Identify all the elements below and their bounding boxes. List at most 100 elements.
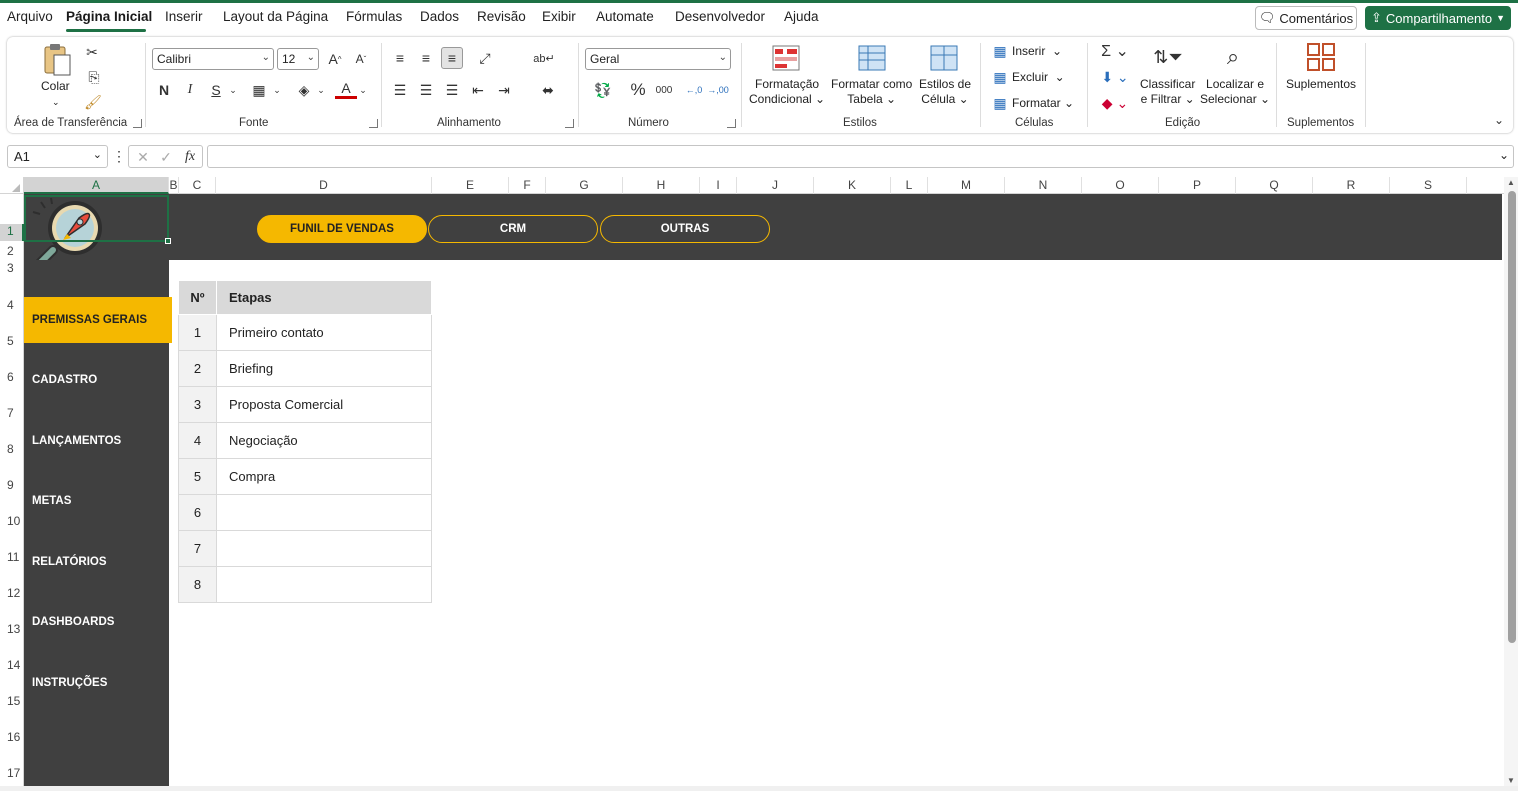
menu-desenvolvedor[interactable]: Desenvolvedor (675, 9, 765, 24)
align-top-icon[interactable]: ≡ (389, 47, 411, 69)
clear-icon[interactable]: ◆ ⌄ (1099, 93, 1131, 113)
scroll-down-icon[interactable]: ▼ (1507, 776, 1515, 785)
fill-icon[interactable]: ⬇ ⌄ (1099, 67, 1131, 87)
column-header[interactable]: I (700, 177, 737, 194)
column-header[interactable]: J (737, 177, 814, 194)
chevron-down-icon[interactable]: ⌄ (271, 80, 283, 100)
sidebar-item-metas[interactable]: METAS (24, 478, 169, 524)
decrease-indent-icon[interactable]: ⇤ (467, 79, 489, 101)
sidebar-item-lancamentos[interactable]: LANÇAMENTOS (24, 418, 169, 464)
cell-numero[interactable]: 4 (178, 422, 217, 459)
sidebar-item-premissas-gerais[interactable]: PREMISSAS GERAIS (24, 297, 172, 343)
cell-etapa[interactable] (216, 530, 432, 567)
cancel-icon[interactable]: ✕ (133, 147, 153, 167)
column-header[interactable]: P (1159, 177, 1236, 194)
column-header[interactable]: N (1005, 177, 1082, 194)
row-header[interactable]: 1 (0, 224, 24, 241)
font-size-select[interactable]: 12 ⌄ (277, 48, 319, 70)
column-header[interactable]: S (1390, 177, 1467, 194)
sidebar-item-instrucoes[interactable]: INSTRUÇÕES (24, 660, 169, 706)
align-center-icon[interactable]: ☰ (415, 79, 437, 101)
name-box[interactable]: A1 ⌄ (7, 145, 108, 168)
header-etapas[interactable]: Etapas (216, 280, 432, 315)
delete-cells-icon[interactable]: ▦ (991, 69, 1009, 85)
menu-arquivo[interactable]: Arquivo (7, 9, 53, 24)
cell-etapa[interactable] (216, 566, 432, 603)
align-middle-icon[interactable]: ≡ (415, 47, 437, 69)
column-header[interactable]: L (891, 177, 928, 194)
format-as-table-label[interactable]: Formatar como Tabela ⌄ (831, 77, 912, 107)
dialog-launcher-icon[interactable] (369, 119, 378, 128)
cell-numero[interactable]: 5 (178, 458, 217, 495)
row-header[interactable]: 12 (0, 586, 24, 600)
collapse-ribbon-icon[interactable]: ⌄ (1491, 113, 1507, 127)
row-header[interactable]: 16 (0, 730, 24, 744)
chevron-down-icon[interactable]: ⌄ (357, 80, 369, 100)
share-button[interactable]: ⇪ Compartilhamento ▼ (1365, 6, 1511, 30)
sidebar-item-cadastro[interactable]: CADASTRO (24, 357, 169, 403)
scroll-up-icon[interactable]: ▲ (1507, 178, 1515, 187)
cell-numero[interactable]: 2 (178, 350, 217, 387)
sort-filter-icon[interactable]: ⇅⏷ (1151, 41, 1185, 73)
sort-filter-label[interactable]: Classificar e Filtrar ⌄ (1140, 77, 1195, 107)
paste-icon[interactable] (41, 43, 73, 77)
borders-icon[interactable]: ▦ (249, 80, 269, 100)
column-header[interactable]: O (1082, 177, 1159, 194)
cell-etapa[interactable]: Proposta Comercial (216, 386, 432, 423)
cell-etapa[interactable] (216, 494, 432, 531)
cell-etapa[interactable]: Compra (216, 458, 432, 495)
format-as-table-icon[interactable] (857, 43, 887, 73)
cell-numero[interactable]: 1 (178, 314, 217, 351)
menu-ajuda[interactable]: Ajuda (784, 9, 819, 24)
horizontal-scrollbar[interactable] (0, 786, 1518, 791)
conditional-formatting-label[interactable]: Formatação Condicional ⌄ (749, 77, 825, 107)
cell-numero[interactable]: 6 (178, 494, 217, 531)
bold-button[interactable]: N (155, 80, 173, 100)
menu-revisao[interactable]: Revisão (477, 9, 526, 24)
nav-crm[interactable]: CRM (428, 215, 598, 243)
column-header[interactable]: M (928, 177, 1005, 194)
row-header[interactable]: 2 (0, 244, 24, 258)
cell-styles-label[interactable]: Estilos de Célula ⌄ (919, 77, 971, 107)
vertical-scrollbar[interactable]: ▲ ▼ (1504, 177, 1518, 786)
format-cells-button[interactable]: Formatar ⌄ (1012, 96, 1074, 111)
header-numero[interactable]: Nº (178, 280, 217, 315)
selected-cell[interactable] (24, 195, 169, 242)
confirm-icon[interactable]: ✓ (156, 147, 176, 167)
decrease-font-icon[interactable]: Aˇ (351, 48, 371, 70)
currency-icon[interactable]: 💱 (587, 79, 619, 101)
cell-numero[interactable]: 3 (178, 386, 217, 423)
formula-input[interactable]: ⌄ (207, 145, 1514, 168)
column-header[interactable]: Q (1236, 177, 1313, 194)
copy-icon[interactable]: ⎘ (83, 68, 105, 86)
dialog-launcher-icon[interactable] (727, 119, 736, 128)
wrap-text-icon[interactable]: ab↵ (533, 47, 555, 69)
cell-etapa[interactable]: Primeiro contato (216, 314, 432, 351)
row-header[interactable]: 4 (0, 298, 24, 312)
row-header[interactable]: 6 (0, 370, 24, 384)
percent-icon[interactable]: % (627, 79, 649, 101)
cut-icon[interactable]: ✂ (83, 43, 101, 61)
dialog-launcher-icon[interactable] (565, 119, 574, 128)
column-header[interactable]: C (179, 177, 216, 194)
chevron-down-icon[interactable]: ⌄ (52, 95, 60, 110)
conditional-formatting-icon[interactable] (771, 43, 801, 73)
merge-center-icon[interactable]: ⬌ (531, 79, 565, 101)
increase-font-icon[interactable]: A ^ (325, 48, 345, 70)
align-bottom-icon[interactable]: ≡ (441, 47, 463, 69)
decrease-decimal-icon[interactable]: →,00 (707, 79, 729, 101)
find-select-label[interactable]: Localizar e Selecionar ⌄ (1200, 77, 1270, 107)
column-header[interactable]: F (509, 177, 546, 194)
menu-inserir[interactable]: Inserir (165, 9, 203, 24)
row-header[interactable]: 8 (0, 442, 24, 456)
row-header[interactable]: 11 (0, 550, 24, 564)
number-format-select[interactable]: Geral ⌄ (585, 48, 731, 70)
menu-automate[interactable]: Automate (596, 9, 654, 24)
autosum-icon[interactable]: Σ ⌄ (1099, 41, 1131, 61)
scrollbar-thumb[interactable] (1508, 191, 1516, 643)
insert-cells-icon[interactable]: ▦ (991, 43, 1009, 59)
paste-label[interactable]: Colar (41, 79, 70, 94)
chevron-down-icon[interactable]: ⌄ (227, 80, 239, 100)
menu-pagina-inicial[interactable]: Página Inicial (66, 9, 152, 24)
column-header[interactable]: R (1313, 177, 1390, 194)
